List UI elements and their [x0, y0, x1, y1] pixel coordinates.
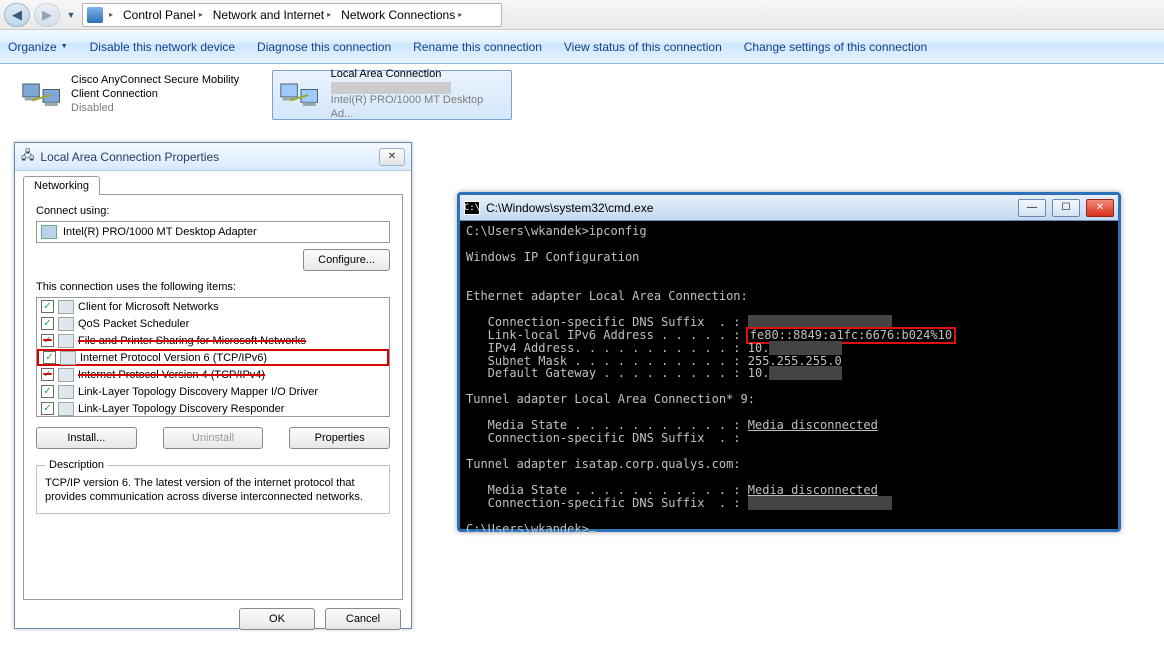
breadcrumb-network-internet[interactable]: Network and Internet▸ [209, 4, 335, 26]
command-toolbar: Organize▼ Disable this network device Di… [0, 30, 1164, 64]
lac-properties-dialog: 🖧 Local Area Connection Properties ✕ Net… [14, 142, 412, 629]
disable-device-button[interactable]: Disable this network device [90, 40, 235, 54]
network-adapter-icon [21, 75, 65, 115]
uninstall-button: Uninstall [163, 427, 264, 449]
list-item-ipv6-highlighted: ✓Internet Protocol Version 6 (TCP/IPv6) [37, 349, 389, 366]
rename-button[interactable]: Rename this connection [413, 40, 542, 54]
change-settings-button[interactable]: Change settings of this connection [744, 40, 927, 54]
component-icon [60, 351, 76, 365]
address-box[interactable]: ▸ Control Panel▸ Network and Internet▸ N… [82, 3, 502, 27]
list-item: ✓QoS Packet Scheduler [37, 315, 389, 332]
ipv6-highlight: fe80::8849:a1fc:6676:b024%10 [748, 329, 954, 342]
cmd-output[interactable]: C:\Users\wkandek>ipconfig Windows IP Con… [460, 221, 1118, 529]
masked-value: xxxxxxxxxxxxxxxxxxxx [748, 315, 893, 329]
connection-lac[interactable]: Local Area Connection Intel(R) PRO/1000 … [272, 70, 512, 120]
checkbox[interactable]: ✓ [41, 402, 54, 415]
component-icon [58, 385, 74, 399]
checkbox[interactable]: ✓ [41, 300, 54, 313]
component-icon [58, 368, 74, 382]
checkbox[interactable]: ✓ [41, 317, 54, 330]
component-icon [58, 334, 74, 348]
description-group: Description TCP/IP version 6. The latest… [36, 459, 390, 514]
configure-button[interactable]: Configure... [303, 249, 390, 271]
connection-status: Disabled [71, 102, 251, 116]
nav-back-button[interactable]: ◀ [4, 3, 30, 27]
breadcrumb-control-panel[interactable]: Control Panel▸ [119, 4, 207, 26]
checkbox[interactable]: ✓ [41, 334, 54, 347]
maximize-button[interactable]: ☐ [1052, 199, 1080, 217]
checkbox[interactable]: ✓ [41, 368, 54, 381]
masked-value: xxxxxxxxxxxxxxxxxxxx [748, 496, 893, 510]
crumb-sep: ▸ [109, 10, 113, 19]
ok-button[interactable]: OK [239, 608, 315, 630]
nav-history-dropdown[interactable]: ▼ [64, 3, 78, 27]
connect-using-label: Connect using: [36, 205, 390, 217]
adapter-name: Intel(R) PRO/1000 MT Desktop Adapter [63, 226, 257, 238]
list-item: ✓Link-Layer Topology Discovery Mapper I/… [37, 383, 389, 400]
checkbox[interactable]: ✓ [43, 351, 56, 364]
component-icon [58, 300, 74, 314]
dialog-close-button[interactable]: ✕ [379, 148, 405, 166]
properties-button[interactable]: Properties [289, 427, 390, 449]
component-icon [58, 402, 74, 416]
connection-name: Local Area Connection [331, 68, 507, 82]
nav-forward-button[interactable]: ▶ [34, 3, 60, 27]
explorer-address-bar: ◀ ▶ ▼ ▸ Control Panel▸ Network and Inter… [0, 0, 1164, 30]
masked-value: xxxxxxxxxx [769, 341, 841, 355]
dialog-title: Local Area Connection Properties [40, 150, 219, 164]
adapter-field: Intel(R) PRO/1000 MT Desktop Adapter [36, 221, 390, 243]
cmd-icon: C:\ [464, 201, 480, 215]
install-button[interactable]: Install... [36, 427, 137, 449]
connection-driver: Intel(R) PRO/1000 MT Desktop Ad... [331, 94, 507, 122]
cancel-button[interactable]: Cancel [325, 608, 401, 630]
network-adapter-icon [277, 75, 325, 115]
connection-status-masked [331, 82, 451, 94]
address-icon [87, 7, 103, 23]
cmd-window: C:\ C:\Windows\system32\cmd.exe — ☐ ✕ C:… [457, 192, 1121, 532]
list-item: ✓Internet Protocol Version 4 (TCP/IPv4) [37, 366, 389, 383]
network-adapter-icon: 🖧 [21, 146, 34, 167]
cursor [589, 531, 596, 533]
cmd-title-text: C:\Windows\system32\cmd.exe [486, 201, 653, 215]
connection-name: Cisco AnyConnect Secure Mobility Client … [71, 74, 251, 102]
items-label: This connection uses the following items… [36, 281, 390, 293]
organize-menu[interactable]: Organize▼ [8, 40, 68, 54]
minimize-button[interactable]: — [1018, 199, 1046, 217]
component-icon [58, 317, 74, 331]
close-button[interactable]: ✕ [1086, 199, 1114, 217]
diagnose-button[interactable]: Diagnose this connection [257, 40, 391, 54]
list-item: ✓File and Printer Sharing for Microsoft … [37, 332, 389, 349]
connection-cisco[interactable]: Cisco AnyConnect Secure Mobility Client … [16, 70, 256, 120]
adapter-icon [41, 225, 57, 239]
connection-items-list[interactable]: ✓Client for Microsoft Networks ✓QoS Pack… [36, 297, 390, 417]
list-item: ✓Link-Layer Topology Discovery Responder [37, 400, 389, 417]
masked-value: xxxxxxxxxx [769, 366, 841, 380]
list-item: ✓Client for Microsoft Networks [37, 298, 389, 315]
description-title: Description [45, 459, 108, 471]
tab-networking[interactable]: Networking [23, 176, 100, 195]
checkbox[interactable]: ✓ [41, 385, 54, 398]
breadcrumb-network-connections[interactable]: Network Connections▸ [337, 4, 466, 26]
view-status-button[interactable]: View status of this connection [564, 40, 722, 54]
description-text: TCP/IP version 6. The latest version of … [45, 477, 381, 505]
